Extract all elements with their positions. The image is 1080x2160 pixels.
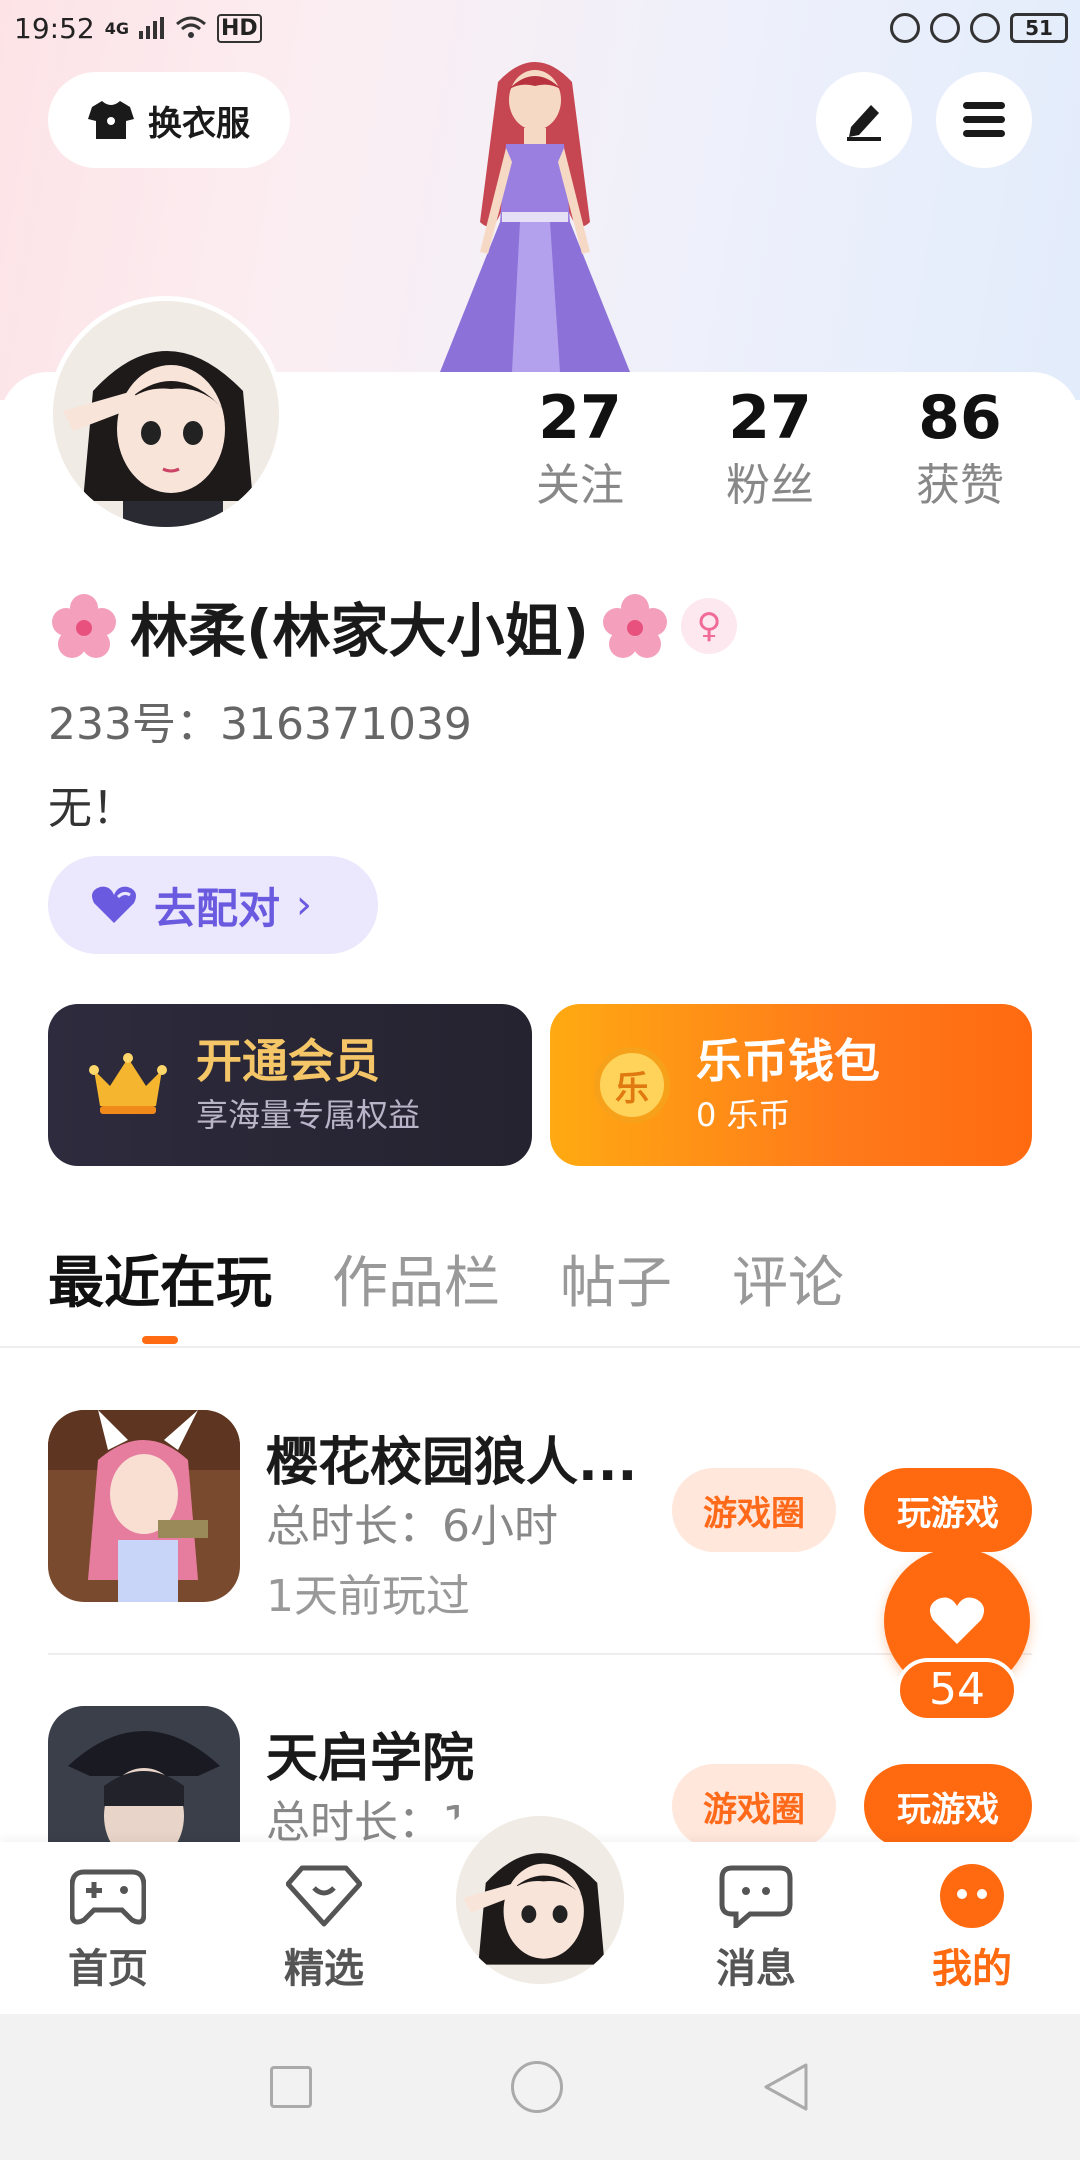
back-button[interactable]: [762, 2061, 810, 2113]
chat-bubble-icon: [719, 1865, 793, 1932]
tabs-divider: [0, 1346, 1080, 1348]
menu-button[interactable]: [936, 72, 1032, 168]
like-count: 54: [896, 1658, 1018, 1722]
play-game-button[interactable]: 玩游戏: [864, 1468, 1032, 1552]
lock-icon: [930, 13, 960, 43]
recent-apps-button[interactable]: [269, 2066, 312, 2108]
battery-icon: 51: [1010, 13, 1068, 43]
match-label: 去配对: [154, 883, 281, 933]
diamond-heart-icon: [285, 1865, 363, 1927]
change-outfit-label: 换衣服: [148, 103, 250, 144]
stat-followers[interactable]: 27 粉丝: [690, 380, 850, 516]
stat-following-value: 27: [538, 383, 622, 453]
cherry-blossom-icon: [603, 594, 668, 658]
game-title: 樱花校园狼人...: [266, 1433, 638, 1493]
stat-following[interactable]: 27 关注: [500, 380, 660, 516]
nav-profile[interactable]: 我的: [902, 1864, 1042, 1994]
chevron-right-icon: ›: [296, 882, 313, 928]
stat-likes[interactable]: 86 获赞: [880, 380, 1040, 516]
stat-likes-label: 获赞: [916, 460, 1004, 511]
tab-works[interactable]: 作品栏: [332, 1236, 500, 1332]
profile-tabs: 最近在玩 作品栏 帖子 评论: [48, 1236, 844, 1344]
status-time: 19:52: [14, 11, 95, 45]
game-circle-button[interactable]: 游戏圈: [672, 1468, 836, 1552]
nav-messages-label: 消息: [716, 1946, 796, 1992]
nav-home-label: 首页: [68, 1946, 148, 1992]
nav-messages[interactable]: 消息: [686, 1864, 826, 1994]
list-divider: [48, 1653, 1032, 1655]
stat-followers-label: 粉丝: [726, 460, 814, 511]
coin-wallet-card[interactable]: 乐 乐币钱包 0 乐币: [550, 1004, 1032, 1166]
tab-comments[interactable]: 评论: [732, 1236, 844, 1332]
profile-page: { "status_bar": {"time": "19:52", "netwo…: [0, 0, 1080, 2160]
tab-recent-play[interactable]: 最近在玩: [48, 1236, 272, 1344]
vip-membership-card[interactable]: 开通会员 享海量专属权益: [48, 1004, 532, 1166]
vip-subtitle: 享海量专属权益: [196, 1096, 421, 1134]
tab-posts[interactable]: 帖子: [560, 1236, 672, 1332]
avatar-image: [456, 1816, 624, 1984]
stat-followers-value: 27: [728, 383, 812, 453]
profile-bio: 无！: [48, 783, 136, 834]
nav-home[interactable]: 首页: [38, 1864, 178, 1994]
wallet-balance: 0 乐币: [696, 1096, 791, 1134]
stat-following-label: 关注: [536, 460, 624, 511]
coin-icon: 乐: [594, 1047, 670, 1123]
game-last-played: 1天前玩过: [266, 1571, 470, 1622]
signal-icon: [138, 17, 164, 39]
edit-profile-button[interactable]: [816, 72, 912, 168]
profile-face-icon: [940, 1864, 1004, 1928]
profile-avatar[interactable]: [48, 296, 284, 532]
profile-name-row: 林柔(林家大小姐) ♀: [48, 584, 738, 668]
gamepad-icon: [69, 1869, 147, 1925]
wallet-title: 乐币钱包: [696, 1034, 880, 1088]
nav-featured-label: 精选: [284, 1946, 364, 1992]
female-gender-icon: ♀: [681, 598, 738, 654]
game-circle-button[interactable]: 游戏圈: [672, 1764, 836, 1848]
wifi-icon: [175, 16, 206, 38]
heart-icon: [929, 1597, 985, 1644]
crown-icon: [89, 1053, 167, 1114]
change-outfit-button[interactable]: 换衣服: [48, 72, 290, 168]
game-title: 天启学院: [266, 1729, 475, 1789]
profile-stats: 27 关注 27 粉丝 86 获赞: [500, 380, 1040, 516]
menu-icon: [963, 102, 1005, 137]
cherry-blossom-icon: [52, 594, 116, 658]
play-game-button[interactable]: 玩游戏: [864, 1764, 1032, 1848]
user-id[interactable]: 233号：316371039: [48, 688, 472, 752]
center-avatar-button[interactable]: [456, 1816, 624, 1984]
nav-profile-label: 我的: [932, 1946, 1012, 1992]
stat-likes-value: 86: [918, 383, 1002, 453]
pen-icon: [847, 105, 881, 141]
data-saver-icon: [890, 13, 920, 43]
avatar-character-figure: [440, 62, 630, 372]
shirt-icon: [88, 101, 134, 139]
match-button[interactable]: 去配对 ›: [48, 856, 378, 954]
game-list-item[interactable]: 樱花校园狼人... 总时长：6小时 1天前玩过 游戏圈 玩游戏: [48, 1410, 1032, 1622]
game-thumbnail: [48, 1410, 240, 1602]
vip-title: 开通会员: [196, 1034, 380, 1088]
status-bar: 19:52 4G HD 51: [0, 0, 1080, 56]
heart-icon: [92, 886, 136, 923]
avatar-image: [53, 301, 279, 527]
hd-indicator: HD: [216, 13, 262, 43]
nav-featured[interactable]: 精选: [254, 1864, 394, 1994]
home-button[interactable]: [510, 2061, 563, 2113]
profile-name: 林柔(林家大小姐): [130, 597, 590, 665]
network-indicator: 4G: [104, 18, 129, 38]
game-duration: 总时长：6小时: [266, 1501, 558, 1552]
system-navigation-bar: [0, 2014, 1080, 2160]
alarm-icon: [970, 13, 1000, 43]
